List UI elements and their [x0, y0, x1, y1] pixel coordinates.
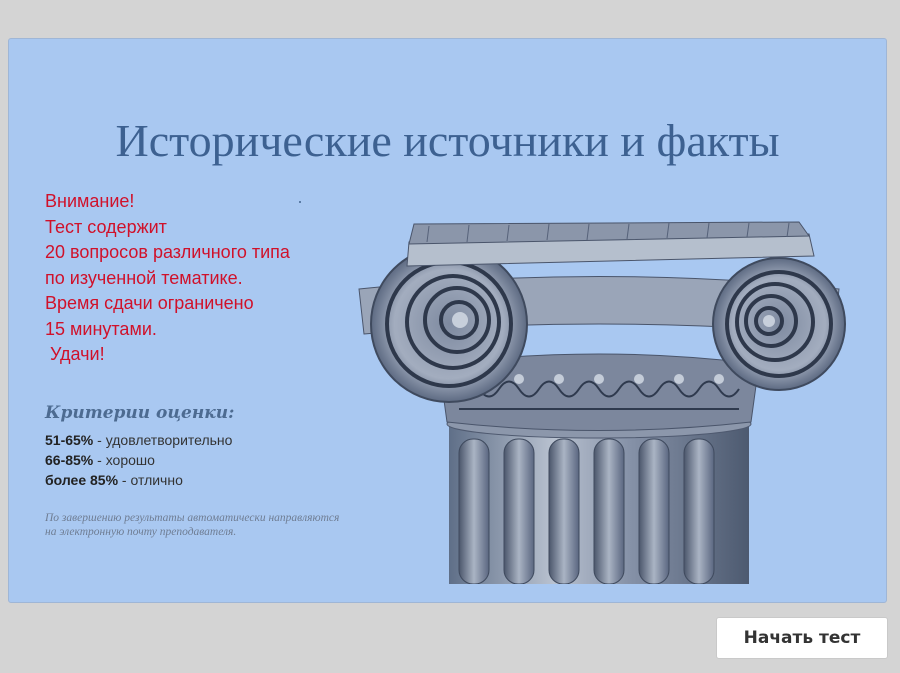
criteria-grade: - отлично [118, 472, 183, 488]
criteria-list: 51-65% - удовлетворительно 66-85% - хоро… [45, 430, 232, 490]
warning-line: 20 вопросов различного типа [45, 242, 290, 262]
footnote-line: По завершению результаты автоматически н… [45, 512, 340, 524]
warning-line: Время сдачи ограничено [45, 293, 254, 313]
criteria-range: более 85% [45, 472, 119, 488]
criteria-item: 51-65% - удовлетворительно [45, 430, 232, 450]
warning-text: Внимание! Тест содержит 20 вопросов разл… [45, 189, 290, 368]
footnote: По завершению результаты автоматически н… [45, 511, 339, 539]
criteria-range: 51-65% [45, 432, 94, 448]
warning-line: Тест содержит [45, 216, 167, 237]
footnote-line: на электронную почту преподавателя. [45, 526, 237, 538]
warning-line: 15 минутами. [45, 318, 157, 339]
decorative-dot [299, 201, 301, 203]
slide-title: Исторические источники и факты [115, 115, 780, 166]
start-test-button[interactable]: Начать тест [716, 617, 888, 659]
title-slide: Исторические источники и факты Внимание!… [8, 38, 887, 603]
warning-line: по изученной тематике. [45, 267, 243, 288]
warning-line: Удачи! [45, 344, 105, 364]
criteria-heading: Критерии оценки: [45, 403, 235, 423]
criteria-grade: - удовлетворительно [93, 432, 233, 448]
criteria-item: более 85% - отлично [45, 470, 232, 490]
warning-line: Внимание! [45, 191, 135, 211]
criteria-item: 66-85% - хорошо [45, 450, 232, 470]
criteria-grade: - хорошо [93, 452, 155, 468]
criteria-range: 66-85% [45, 452, 94, 468]
ionic-column-illustration [358, 221, 846, 584]
